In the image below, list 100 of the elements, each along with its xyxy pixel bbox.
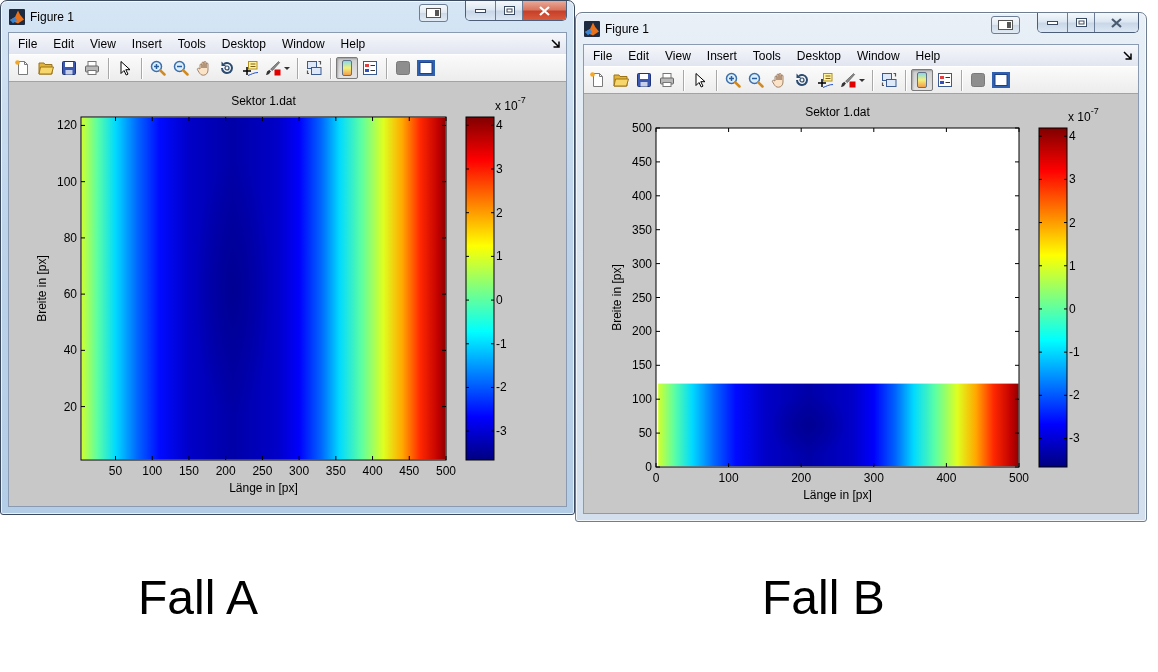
colorbar-tick-label: 1 xyxy=(1069,258,1076,273)
menu-item[interactable]: Desktop xyxy=(213,34,274,53)
menu-item[interactable]: Insert xyxy=(123,34,170,53)
y-tick-label: 300 xyxy=(631,256,652,271)
x-tick-label: 500 xyxy=(1009,471,1029,485)
plot-title: Sektor 1.dat xyxy=(231,94,296,108)
x-tick-label: 50 xyxy=(108,464,123,478)
colorbar-tick-label: 1 xyxy=(496,249,503,264)
colorbar-tick-label: -2 xyxy=(1069,388,1080,403)
maximize-button[interactable] xyxy=(495,1,522,20)
minimize-button[interactable] xyxy=(1038,13,1067,32)
x-axis-label: Länge in [px] xyxy=(803,488,872,502)
y-tick-label: 0 xyxy=(645,460,652,474)
window-tab-icon[interactable] xyxy=(998,20,1013,30)
colorbar-tick-label: -3 xyxy=(496,424,507,439)
x-tick-label: 300 xyxy=(863,471,884,485)
x-tick-label: 300 xyxy=(289,464,310,478)
x-tick-label: 200 xyxy=(791,471,812,485)
window-title: Figure 1 xyxy=(605,21,650,36)
colorbar-tick-label: -1 xyxy=(1069,345,1080,360)
menu-item[interactable]: View xyxy=(657,46,699,65)
x-tick-label: 400 xyxy=(362,464,383,478)
maximize-icon[interactable] xyxy=(1075,18,1087,27)
y-tick-label: 350 xyxy=(631,222,652,237)
plot-title: Sektor 1.dat xyxy=(805,105,870,119)
x-tick-label: 450 xyxy=(399,464,420,478)
y-tick-label: 60 xyxy=(63,287,77,302)
colorbar-tick-label: 0 xyxy=(496,293,503,308)
x-tick-label: 200 xyxy=(215,464,236,478)
menu-item[interactable]: File xyxy=(585,46,621,65)
y-tick-label: 120 xyxy=(56,118,77,133)
caret-icon[interactable] xyxy=(858,78,865,82)
y-tick-label: 400 xyxy=(631,188,652,203)
minimize-icon[interactable] xyxy=(475,8,486,13)
y-tick-label: 450 xyxy=(631,154,652,169)
x-tick-label: 150 xyxy=(178,464,199,478)
close-icon[interactable] xyxy=(1111,17,1122,28)
title-bar-button[interactable] xyxy=(991,16,1020,34)
menu-item[interactable]: Help xyxy=(907,46,949,65)
menu-item[interactable]: View xyxy=(82,34,124,53)
maximize-icon[interactable] xyxy=(503,6,515,15)
x-tick-label: 100 xyxy=(142,464,163,478)
menu-item[interactable]: Edit xyxy=(620,46,658,65)
y-tick-label: 40 xyxy=(63,343,77,358)
minimize-button[interactable] xyxy=(466,1,495,20)
app-logo-icon xyxy=(584,20,600,37)
y-tick-label: 80 xyxy=(63,230,77,245)
menu-item[interactable]: Insert xyxy=(698,46,745,65)
window-tab-icon[interactable] xyxy=(426,8,441,18)
x-tick-label: 0 xyxy=(652,471,660,485)
colorbar-multiplier: x 10$^{-7}$ xyxy=(495,99,526,113)
y-tick-label: 20 xyxy=(63,399,77,414)
x-axis-label: Länge in [px] xyxy=(229,481,298,495)
close-button[interactable] xyxy=(1094,13,1138,32)
x-tick-label: 500 xyxy=(436,464,456,478)
caret-icon[interactable] xyxy=(283,66,290,70)
close-button[interactable] xyxy=(522,1,566,20)
title-bar-button[interactable] xyxy=(419,4,448,22)
x-tick-label: 400 xyxy=(936,471,957,485)
menu-item[interactable]: Window xyxy=(848,46,908,65)
colorbar-tick-label: 3 xyxy=(496,162,503,176)
colorbar-tick-label: -3 xyxy=(1069,431,1080,446)
figure-caption: Fall B xyxy=(762,570,885,626)
y-axis-label: Breite in [px] xyxy=(610,264,624,331)
colorbar-tick-label: 4 xyxy=(496,118,503,133)
colorbar-multiplier: x 10$^{-7}$ xyxy=(1068,110,1099,124)
y-tick-label: 250 xyxy=(631,290,652,305)
menu-item[interactable]: Edit xyxy=(45,34,83,53)
figure-caption: Fall A xyxy=(138,570,259,626)
window-title: Figure 1 xyxy=(30,9,75,24)
y-tick-label: 200 xyxy=(631,324,652,339)
y-tick-label: 50 xyxy=(638,426,652,441)
y-axis-label: Breite in [px] xyxy=(35,255,49,322)
menu-item[interactable]: Help xyxy=(332,34,374,53)
colorbar-tick-label: 4 xyxy=(1069,129,1076,144)
y-tick-label: 500 xyxy=(631,121,652,135)
colorbar-tick-label: -2 xyxy=(496,380,507,395)
diagonal-arrow-icon[interactable] xyxy=(1123,51,1132,60)
colorbar-tick-label: 2 xyxy=(496,205,503,220)
y-tick-label: 100 xyxy=(631,392,652,407)
menu-item[interactable]: Window xyxy=(273,34,333,53)
diagonal-arrow-icon[interactable] xyxy=(551,39,560,48)
app-logo-icon xyxy=(9,8,25,25)
menu-item[interactable]: Tools xyxy=(744,46,789,65)
colorbar-tick-label: 2 xyxy=(1069,215,1076,230)
maximize-button[interactable] xyxy=(1067,13,1094,32)
x-tick-label: 250 xyxy=(252,464,273,478)
x-tick-label: 100 xyxy=(718,471,739,485)
menu-item[interactable]: Desktop xyxy=(788,46,849,65)
menu-item[interactable]: Tools xyxy=(169,34,214,53)
colorbar-tick-label: -1 xyxy=(496,336,507,351)
minimize-icon[interactable] xyxy=(1047,20,1058,25)
colorbar-tick-label: 3 xyxy=(1069,172,1076,187)
menu-item[interactable]: File xyxy=(10,34,46,53)
colorbar-tick-label: 0 xyxy=(1069,301,1076,316)
y-tick-label: 100 xyxy=(56,174,77,189)
y-tick-label: 150 xyxy=(631,358,652,373)
brush-icon[interactable] xyxy=(264,60,281,76)
x-tick-label: 350 xyxy=(325,464,346,478)
brush-icon[interactable] xyxy=(839,72,856,88)
